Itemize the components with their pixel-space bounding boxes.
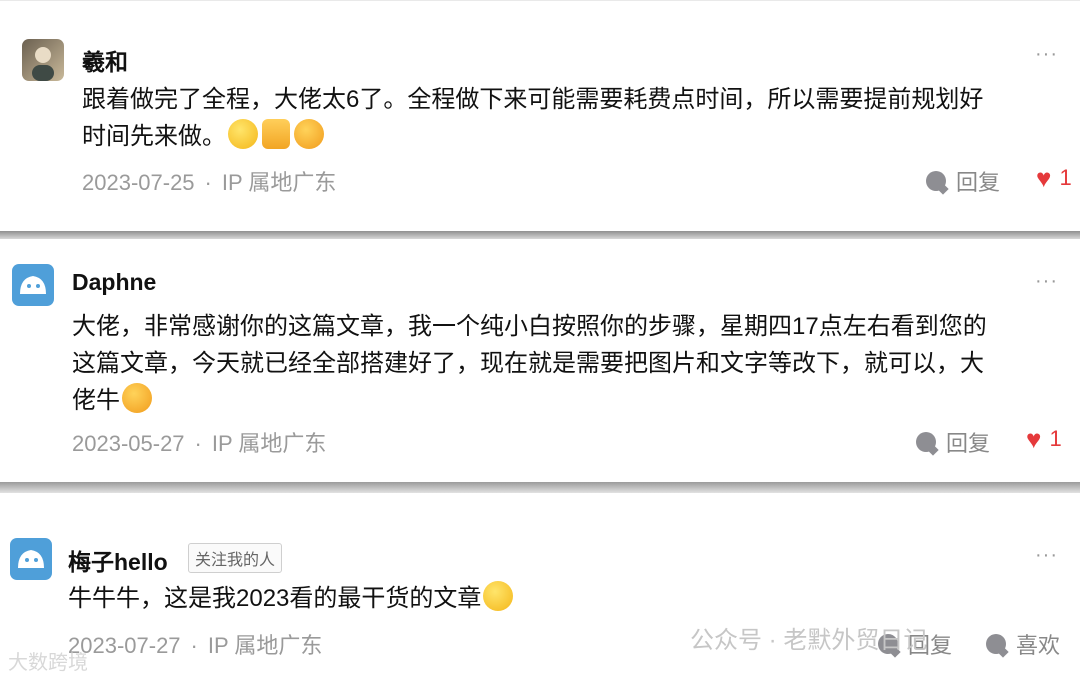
more-options-icon[interactable]: ··· bbox=[1035, 544, 1058, 567]
pray-hands-emoji bbox=[262, 119, 290, 149]
commenter-name[interactable]: 梅子hello bbox=[68, 543, 168, 577]
commenter-name[interactable]: Daphne bbox=[72, 269, 156, 296]
comment-card: Daphne ··· 大佬，非常感谢你的这篇文章，我一个纯小白按照你的步骤，星期… bbox=[0, 240, 1080, 480]
comment-text: 牛牛牛，这是我2023看的最干货的文章 bbox=[68, 580, 1058, 617]
ip-location: IP 属地广东 bbox=[221, 170, 337, 195]
comment-line-2: 时间先来做。 bbox=[82, 118, 1072, 155]
comment-meta: 2023-07-25 · IP 属地广东 bbox=[82, 170, 337, 195]
like-icon bbox=[986, 634, 1006, 654]
comment-line: 大佬，非常感谢你的这篇文章，我一个纯小白按照你的步骤，星期四17点左右看到您的 bbox=[72, 313, 987, 340]
reply-bubble-icon bbox=[926, 171, 946, 191]
praise-emoji bbox=[228, 119, 258, 149]
divider bbox=[0, 231, 1080, 239]
person-avatar-icon[interactable] bbox=[22, 39, 64, 81]
ip-location: IP 属地广东 bbox=[207, 633, 323, 658]
comment-date: 2023-07-25 bbox=[82, 170, 195, 195]
default-avatar-icon[interactable] bbox=[10, 538, 52, 580]
comment-text: 跟着做完了全程，大佬太6了。全程做下来可能需要耗费点时间，所以需要提前规划好 时… bbox=[82, 81, 1072, 155]
comment-line-3: 佬牛 bbox=[72, 382, 1072, 419]
like-button[interactable]: ♥ 1 bbox=[1026, 426, 1062, 452]
comment-text: 大佬，非常感谢你的这篇文章，我一个纯小白按照你的步骤，星期四17点左右看到您的 … bbox=[72, 308, 1072, 419]
grin-emoji bbox=[483, 581, 514, 611]
comment-line: 跟着做完了全程，大佬太6了。全程做下来可能需要耗费点时间，所以需要提前规划好 bbox=[82, 86, 984, 113]
comment-meta: 2023-07-27 · IP 属地广东 bbox=[68, 633, 323, 658]
default-avatar-icon[interactable] bbox=[12, 264, 54, 306]
more-options-icon[interactable]: ··· bbox=[1035, 43, 1058, 66]
heart-icon: ♥ bbox=[1026, 424, 1042, 454]
watermark-left: 大数跨境 bbox=[8, 652, 88, 674]
comment-card: 羲和 ··· 跟着做完了全程，大佬太6了。全程做下来可能需要耗费点时间，所以需要… bbox=[0, 0, 1080, 231]
reply-button[interactable]: 回复 bbox=[926, 165, 1000, 197]
comment-line-2: 这篇文章，今天就已经全部搭建好了，现在就是需要把图片和文字等改下，就可以，大 bbox=[72, 350, 984, 377]
divider bbox=[0, 482, 1080, 493]
kiss-emoji bbox=[122, 383, 152, 413]
blush-emoji bbox=[294, 119, 324, 149]
like-button[interactable]: ♥ 1 bbox=[1036, 165, 1072, 191]
reply-bubble-icon bbox=[916, 432, 936, 452]
watermark: 公众号 · 老默外贸日记 bbox=[690, 627, 928, 654]
reply-button[interactable]: 回复 bbox=[916, 426, 990, 458]
follower-tag: 关注我的人 bbox=[188, 543, 283, 573]
comment-meta: 2023-05-27 · IP 属地广东 bbox=[72, 431, 327, 456]
commenter-name[interactable]: 羲和 bbox=[82, 43, 128, 77]
like-button[interactable]: 喜欢 bbox=[986, 628, 1060, 660]
comment-date: 2023-05-27 bbox=[72, 431, 185, 456]
ip-location: IP 属地广东 bbox=[211, 431, 327, 456]
more-options-icon[interactable]: ··· bbox=[1035, 270, 1058, 293]
heart-icon: ♥ bbox=[1036, 163, 1052, 193]
